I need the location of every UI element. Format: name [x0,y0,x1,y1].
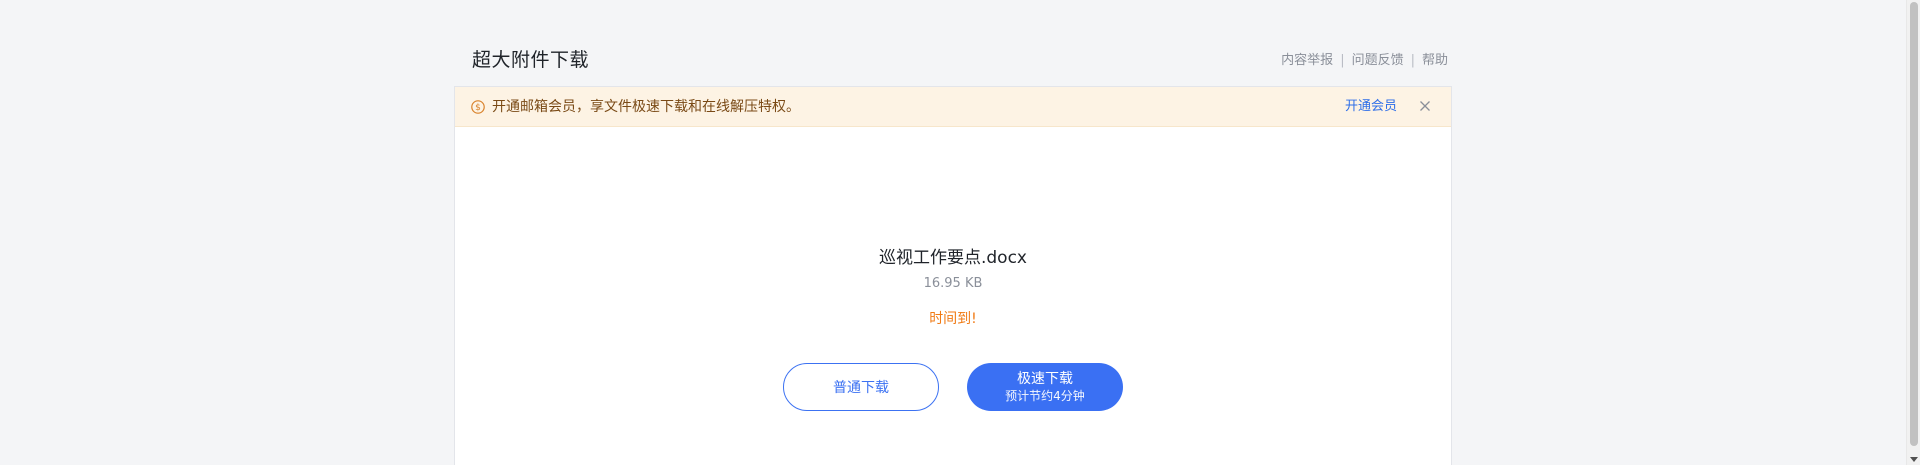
status-text: 时间到! [929,311,977,327]
page: 超大附件下载 内容举报 | 问题反馈 | 帮助 $ 开通邮箱会员，享文件极速下载… [0,0,1920,465]
normal-download-label: 普通下载 [833,380,889,396]
membership-banner: $ 开通邮箱会员，享文件极速下载和在线解压特权。 开通会员 [455,87,1451,127]
fast-download-button[interactable]: 极速下载 预计节约4分钟 [967,363,1123,411]
normal-download-button[interactable]: 普通下载 [783,363,939,411]
fast-download-note: 预计节约4分钟 [1005,389,1085,403]
svg-text:$: $ [475,103,481,113]
banner-text: 开通邮箱会员，享文件极速下载和在线解压特权。 [492,99,800,115]
report-content-link[interactable]: 内容举报 [1281,51,1333,71]
header: 超大附件下载 内容举报 | 问题反馈 | 帮助 [472,46,1448,78]
top-links: 内容举报 | 问题反馈 | 帮助 [1281,51,1448,71]
file-size: 16.95 KB [923,276,983,291]
coin-icon: $ [471,100,485,114]
vertical-scrollbar[interactable] [1906,0,1920,465]
scroll-down-arrow-icon[interactable] [1910,457,1918,462]
close-icon[interactable] [1419,100,1431,112]
download-card: $ 开通邮箱会员，享文件极速下载和在线解压特权。 开通会员 巡视工作要点.doc… [454,86,1452,465]
fast-download-label: 极速下载 [1017,371,1073,387]
feedback-link[interactable]: 问题反馈 [1352,51,1404,71]
help-link[interactable]: 帮助 [1422,51,1448,71]
page-title: 超大附件下载 [472,49,590,71]
scrollbar-thumb[interactable] [1910,2,1918,446]
file-name: 巡视工作要点.docx [878,248,1027,268]
link-separator: | [1410,53,1415,68]
open-membership-link[interactable]: 开通会员 [1345,98,1397,116]
link-separator: | [1340,53,1345,68]
